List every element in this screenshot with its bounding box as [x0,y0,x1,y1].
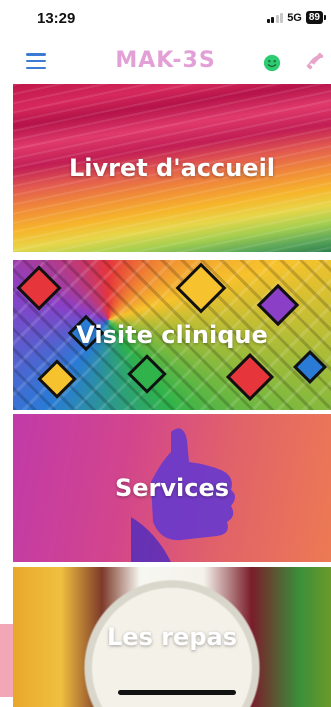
status-bar: 13:29 5G 89 [0,0,331,40]
tile-label: Services [114,474,230,502]
menu-tiles: Livret d'accueil Visite clinique Service… [13,84,331,707]
smiley-icon[interactable] [263,54,281,72]
signal-strength-icon [266,12,284,23]
phone-icon[interactable] [304,51,326,73]
network-type: 5G [287,11,302,24]
tile-visite-clinique[interactable]: Visite clinique [13,260,331,410]
app-title: MAK-3S [115,48,216,73]
tile-les-repas[interactable]: Les repas [13,567,331,707]
side-edge-decoration [0,624,13,697]
tile-livret-accueil[interactable]: Livret d'accueil [13,84,331,252]
status-time: 13:29 [37,10,76,27]
tile-services[interactable]: Services [13,414,331,562]
app-header: MAK-3S [0,40,331,84]
battery-icon: 89 [305,11,327,24]
tile-label: Livret d'accueil [68,154,276,182]
tile-label: Visite clinique [76,321,268,349]
home-indicator[interactable] [118,690,236,695]
tile-label: Les repas [107,623,237,651]
status-indicators: 5G 89 [266,11,327,24]
